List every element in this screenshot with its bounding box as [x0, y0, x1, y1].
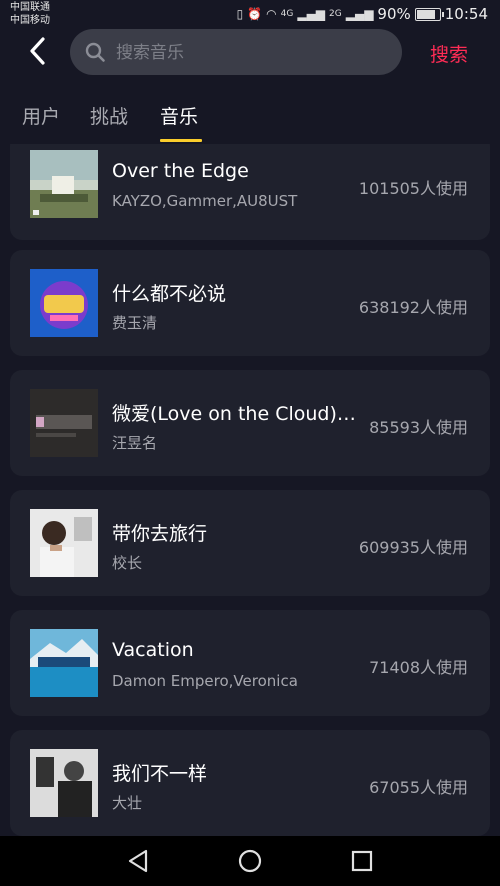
song-artist: Damon Empero,Veronica	[112, 672, 298, 690]
song-title: Vacation	[112, 639, 194, 661]
nav-recents-icon[interactable]	[349, 848, 375, 874]
song-artist: 汪昱名	[112, 434, 158, 452]
chevron-left-icon	[30, 37, 45, 65]
network-type-2: 2G	[329, 9, 342, 19]
search-input[interactable]	[114, 37, 388, 69]
list-item[interactable]: Over the Edge KAYZO,Gammer,AU8UST 101505…	[10, 144, 490, 240]
song-list[interactable]: Over the Edge KAYZO,Gammer,AU8UST 101505…	[0, 144, 500, 836]
list-item[interactable]: 什么都不必说 费玉清 638192人使用	[10, 250, 490, 356]
alarm-icon: ⏰	[247, 7, 263, 21]
song-title: 微爱(Love on the Cloud)(...	[112, 403, 357, 425]
signal-icon: ▂▄▆	[297, 7, 326, 21]
signal-icon: ▂▄▆	[345, 7, 374, 21]
usage-count: 638192人使用	[358, 298, 468, 317]
song-title: 带你去旅行	[112, 523, 208, 545]
usage-count: 85593人使用	[369, 418, 468, 437]
song-artist: KAYZO,Gammer,AU8UST	[112, 192, 298, 210]
back-button[interactable]	[24, 36, 54, 66]
album-cover	[30, 269, 98, 337]
battery-icon	[414, 7, 444, 21]
network-type-1: 4G	[280, 9, 294, 19]
song-artist: 校长	[112, 554, 143, 572]
tab-users[interactable]: 用户	[22, 102, 60, 129]
search-bar[interactable]	[70, 29, 402, 75]
active-tab-indicator	[160, 139, 202, 142]
list-item[interactable]: 我们不一样 大壮 67055人使用	[10, 730, 490, 836]
system-nav-bar	[0, 836, 500, 886]
battery-percent: 90%	[377, 5, 411, 23]
usage-count: 67055人使用	[369, 778, 468, 797]
song-artist: 大壮	[112, 794, 143, 812]
usage-count: 101505人使用	[358, 179, 468, 198]
song-artist: 费玉清	[112, 314, 158, 332]
nav-back-icon[interactable]	[126, 848, 152, 874]
album-cover	[30, 509, 98, 577]
album-cover	[30, 629, 98, 697]
album-cover	[30, 389, 98, 457]
song-title: 我们不一样	[112, 763, 208, 785]
usage-count: 609935人使用	[358, 538, 468, 557]
song-title: 什么都不必说	[112, 283, 227, 305]
tab-challenges[interactable]: 挑战	[90, 102, 128, 129]
clock: 10:54	[444, 5, 488, 23]
tab-bar: 用户 挑战 音乐	[0, 96, 500, 144]
tab-music[interactable]: 音乐	[160, 102, 198, 129]
carrier-name-2: 中国移动	[10, 15, 50, 26]
status-bar: 中国联通 中国移动 ▯ ⏰ ◠ 4G ▂▄▆ 2G ▂▄▆ 90% 10:54	[0, 0, 500, 30]
album-cover	[30, 150, 98, 218]
carrier-info: 中国联通 中国移动	[10, 1, 50, 27]
search-icon	[85, 42, 105, 62]
song-title: Over the Edge	[112, 160, 249, 182]
search-button[interactable]: 搜索	[430, 40, 468, 67]
list-item[interactable]: 带你去旅行 校长 609935人使用	[10, 490, 490, 596]
status-indicators: ▯ ⏰ ◠ 4G ▂▄▆ 2G ▂▄▆ 90% 10:54	[237, 5, 488, 23]
usage-count: 71408人使用	[369, 658, 468, 677]
album-cover	[30, 749, 98, 817]
vibrate-icon: ▯	[236, 7, 244, 21]
nav-home-icon[interactable]	[237, 848, 263, 874]
list-item[interactable]: 微爱(Love on the Cloud)(... 汪昱名 85593人使用	[10, 370, 490, 476]
wifi-icon: ◠	[266, 7, 277, 21]
carrier-name-1: 中国联通	[10, 2, 50, 13]
list-item[interactable]: Vacation Damon Empero,Veronica 71408人使用	[10, 610, 490, 716]
